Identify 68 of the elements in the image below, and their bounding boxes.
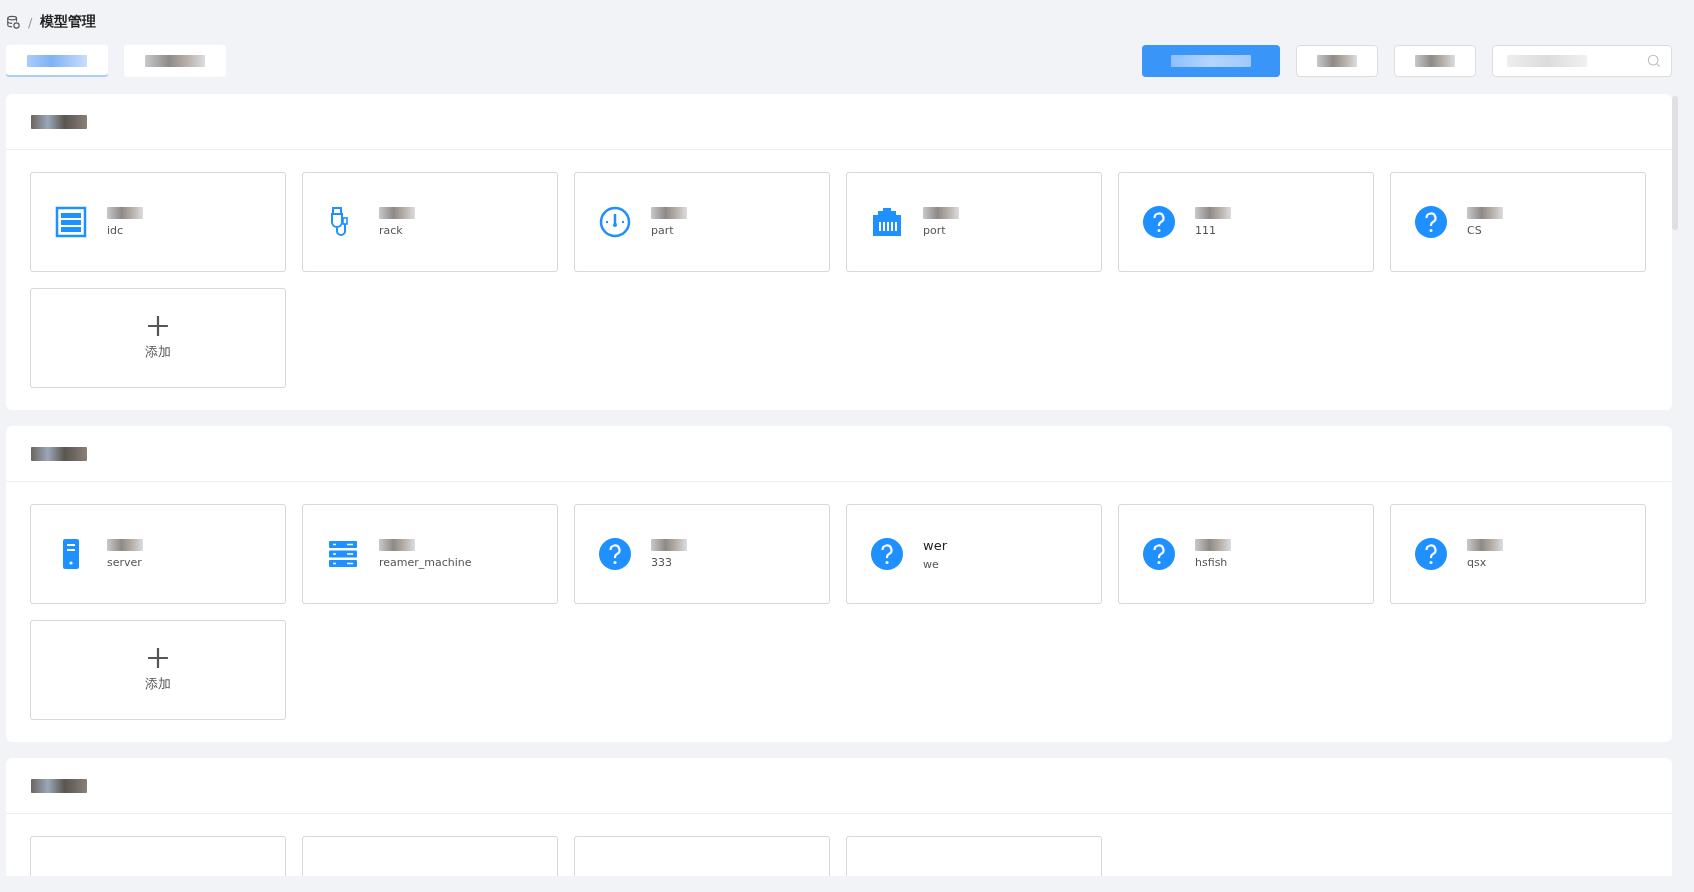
plus-icon <box>147 315 169 337</box>
model-code: CS <box>1467 224 1482 237</box>
redacted-text <box>923 207 959 219</box>
search-icon <box>1647 54 1661 68</box>
model-name: wer <box>923 537 947 553</box>
redacted-text <box>1195 207 1231 219</box>
question-icon <box>1143 206 1175 238</box>
model-code: hsfish <box>1195 556 1228 569</box>
model-card[interactable]: server <box>30 504 286 604</box>
redacted-text <box>379 539 415 551</box>
redacted-text <box>31 114 87 129</box>
model-card[interactable]: part <box>574 172 830 272</box>
redacted-text <box>31 778 87 793</box>
primary-button[interactable] <box>1142 45 1280 77</box>
redacted-text <box>107 207 143 219</box>
model-card[interactable]: qsx <box>1390 504 1646 604</box>
model-code: 333 <box>651 556 672 569</box>
model-card[interactable]: hsfish <box>1118 504 1374 604</box>
model-card[interactable]: reamer_machine <box>302 504 558 604</box>
redacted-text <box>651 207 687 219</box>
question-icon <box>1415 206 1447 238</box>
toolbar-button[interactable] <box>1296 45 1378 77</box>
model-code: we <box>923 557 939 571</box>
gauge-icon <box>599 206 631 238</box>
model-card[interactable]: idc <box>30 172 286 272</box>
search-field[interactable] <box>1492 45 1672 77</box>
toolbar-button[interactable] <box>1394 45 1476 77</box>
redacted-text <box>1467 539 1503 551</box>
breadcrumb-separator: / <box>28 14 33 30</box>
add-card[interactable]: 添加 <box>30 620 286 720</box>
breadcrumb-current: 模型管理 <box>40 13 97 31</box>
rack-icon <box>55 206 87 238</box>
redacted-text <box>1317 55 1357 67</box>
question-icon <box>1415 538 1447 570</box>
redacted-text <box>1415 55 1455 67</box>
model-card[interactable]: CS <box>1390 172 1646 272</box>
model-code: 111 <box>1195 224 1216 237</box>
redacted-text <box>31 446 87 461</box>
ethernet-port-icon <box>871 206 903 238</box>
question-icon <box>1143 538 1175 570</box>
model-code: server <box>107 556 142 569</box>
redacted-text <box>379 207 415 219</box>
plus-icon <box>147 647 169 669</box>
model-code: rack <box>379 224 403 237</box>
redacted-text <box>1467 207 1503 219</box>
model-code: idc <box>107 224 124 237</box>
add-label: 添加 <box>145 675 171 693</box>
redacted-text <box>1195 539 1231 551</box>
server-rack-icon <box>327 538 359 570</box>
database-icon <box>6 15 20 29</box>
model-card[interactable]: 111 <box>1118 172 1374 272</box>
model-code: qsx <box>1467 556 1487 569</box>
question-icon <box>871 538 903 570</box>
add-label: 添加 <box>145 343 171 361</box>
redacted-text <box>651 539 687 551</box>
add-card[interactable]: 添加 <box>30 288 286 388</box>
model-card[interactable]: wer we <box>846 504 1102 604</box>
model-code: part <box>651 224 674 237</box>
model-code: port <box>923 224 946 237</box>
scrollbar[interactable] <box>1672 96 1678 230</box>
question-icon <box>599 538 631 570</box>
model-code: reamer_machine <box>379 556 472 569</box>
model-card[interactable]: 333 <box>574 504 830 604</box>
tab[interactable] <box>6 45 108 77</box>
model-card[interactable]: rack <box>302 172 558 272</box>
redacted-text <box>107 539 143 551</box>
tab[interactable] <box>124 45 226 77</box>
model-card[interactable]: port <box>846 172 1102 272</box>
